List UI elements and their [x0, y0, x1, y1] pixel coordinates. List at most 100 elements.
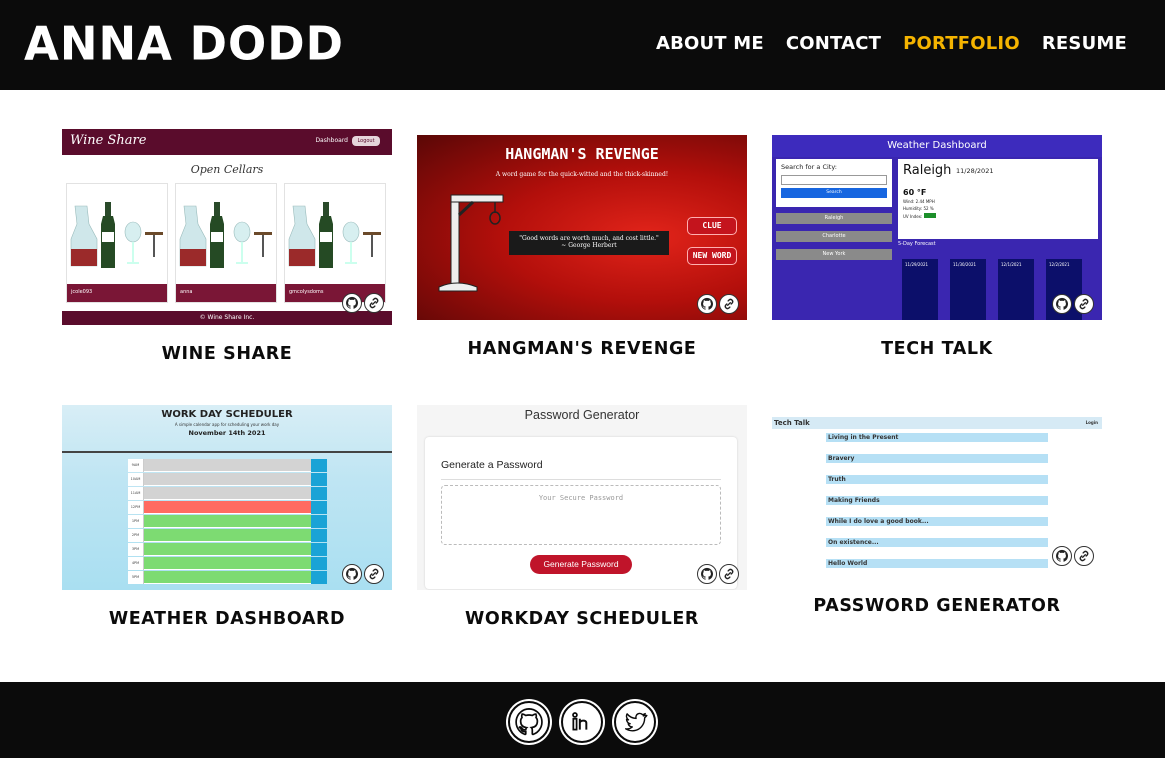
wine-footer: © Wine Share Inc. [62, 311, 392, 325]
hour-row-future: 4PM [128, 557, 327, 570]
nav-resume[interactable]: RESUME [1042, 33, 1127, 54]
weather-header: Weather Dashboard [772, 135, 1102, 157]
site-footer [0, 682, 1165, 758]
save-button [311, 529, 327, 542]
weather-search-label: Search for a City: [781, 163, 837, 171]
project-screenshot-tech-talk[interactable]: Tech Talk Login Living in the Present Br… [772, 417, 1102, 576]
weather-temp: 60 °F [903, 188, 927, 197]
scheduler-title: WORK DAY SCHEDULER [161, 409, 293, 420]
linkedin-icon[interactable] [561, 701, 603, 743]
hour-row-past: 9AM [128, 459, 327, 472]
blog-post-title: On existence... [826, 538, 1048, 547]
project-links [697, 564, 739, 584]
site-brand[interactable]: ANNA DODD [24, 15, 344, 72]
hangman-title: HANGMAN'S REVENGE [505, 145, 659, 163]
save-button [311, 557, 327, 570]
scheduler-divider [62, 451, 392, 453]
project-title[interactable]: WORKDAY SCHEDULER [417, 609, 747, 629]
weather-date: 11/28/2021 [956, 167, 994, 175]
hour-row-future: 1PM [128, 515, 327, 528]
forecast-day: 11/29/2021 [902, 259, 938, 320]
project-title[interactable]: TECH TALK [772, 339, 1102, 359]
link-icon[interactable] [364, 564, 384, 584]
project-title[interactable]: HANGMAN'S REVENGE [417, 339, 747, 359]
wine-dashboard-link: Dashboard [315, 137, 348, 144]
wine-cellar-owner: anna [176, 284, 276, 302]
weather-search-panel: Search for a City: Search [776, 159, 892, 207]
new-word-button: NEW WORD [687, 247, 737, 265]
nav-contact[interactable]: CONTACT [786, 33, 881, 54]
weather-history-city: New York [776, 249, 892, 260]
hour-row-future: 2PM [128, 529, 327, 542]
save-button [311, 459, 327, 472]
hour-label: 5PM [128, 571, 144, 584]
forecast-label: 5-Day Forecast [898, 241, 936, 247]
save-button [311, 501, 327, 514]
hour-label: 2PM [128, 529, 144, 542]
uv-label: UV Index: [903, 214, 923, 219]
wine-subtitle: Open Cellars [190, 163, 264, 176]
link-icon[interactable] [1074, 294, 1094, 314]
save-button [311, 515, 327, 528]
wine-cellar-card: gmcolysdoms [284, 183, 386, 303]
weather-wind: Wind: 2.44 MPH [903, 199, 935, 204]
link-icon[interactable] [364, 293, 384, 313]
save-button [311, 487, 327, 500]
wine-cellar-card: anna [175, 183, 277, 303]
save-button [311, 543, 327, 556]
github-icon[interactable] [342, 564, 362, 584]
blog-post-title: While I do love a good book... [826, 517, 1048, 526]
project-screenshot-password[interactable]: Password Generator Generate a Password Y… [417, 405, 747, 590]
generate-password-button: Generate Password [530, 555, 632, 574]
project-links [1052, 546, 1094, 566]
github-icon[interactable] [342, 293, 362, 313]
project-screenshot-wine-share[interactable]: Wine Share Dashboard Logout Open Cellars… [62, 129, 392, 325]
techtalk-title: Tech Talk [774, 419, 810, 427]
password-output: Your Secure Password [441, 485, 721, 545]
main-nav: ABOUT ME CONTACT PORTFOLIO RESUME [634, 33, 1127, 54]
project-links [342, 293, 384, 313]
gallows-illustration [438, 194, 504, 292]
wine-cellar-card: jcole093 [66, 183, 168, 303]
uv-badge [923, 213, 936, 218]
hour-label: 4PM [128, 557, 144, 570]
project-links [1052, 294, 1094, 314]
hour-row-past: 10AM [128, 473, 327, 486]
wine-bottles-illustration [70, 202, 163, 268]
hangman-quote: "Good words are worth much, and cost lit… [509, 231, 669, 255]
project-title[interactable]: WEATHER DASHBOARD [62, 609, 392, 629]
project-links [697, 294, 739, 314]
clue-button: CLUE [687, 217, 737, 235]
link-icon[interactable] [719, 564, 739, 584]
nav-about-me[interactable]: ABOUT ME [656, 33, 764, 54]
techtalk-header: Tech Talk Login [772, 417, 1102, 429]
project-screenshot-weather[interactable]: Weather Dashboard Search for a City: Sea… [772, 135, 1102, 320]
weather-history-city: Raleigh [776, 213, 892, 224]
github-icon[interactable] [697, 564, 717, 584]
github-icon[interactable] [697, 294, 717, 314]
forecast-day: 11/30/2021 [950, 259, 986, 320]
weather-history-city: Charlotte [776, 231, 892, 242]
weather-humidity: Humidity: 52 % [903, 206, 934, 211]
link-icon[interactable] [1074, 546, 1094, 566]
project-screenshot-scheduler[interactable]: WORK DAY SCHEDULER A simple calendar app… [62, 405, 392, 590]
blog-post-title: Truth [826, 475, 1048, 484]
hour-label: 9AM [128, 459, 144, 472]
hour-label: 12PM [128, 501, 144, 514]
blog-post-title: Hello World [826, 559, 1048, 568]
hour-row-past: 11AM [128, 487, 327, 500]
hour-label: 10AM [128, 473, 144, 486]
github-icon[interactable] [508, 701, 550, 743]
nav-portfolio[interactable]: PORTFOLIO [903, 33, 1020, 54]
twitter-icon[interactable] [614, 701, 656, 743]
site-header: ANNA DODD ABOUT ME CONTACT PORTFOLIO RES… [0, 0, 1165, 90]
project-links [342, 564, 384, 584]
project-title[interactable]: PASSWORD GENERATOR [772, 596, 1102, 616]
project-screenshot-hangman[interactable]: HANGMAN'S REVENGE A word game for the qu… [417, 135, 747, 320]
github-icon[interactable] [1052, 546, 1072, 566]
project-title[interactable]: WINE SHARE [62, 344, 392, 364]
github-icon[interactable] [1052, 294, 1072, 314]
password-subtitle: Generate a Password [441, 459, 543, 471]
link-icon[interactable] [719, 294, 739, 314]
divider [441, 479, 721, 480]
